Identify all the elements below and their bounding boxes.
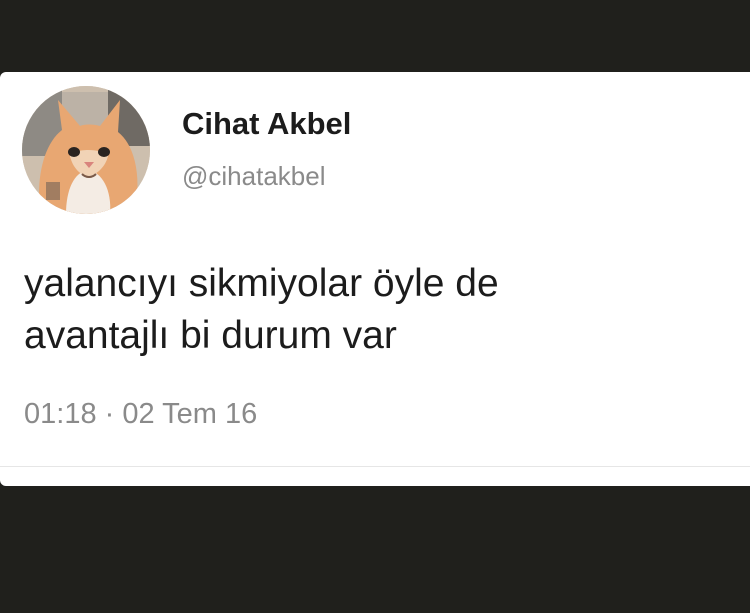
avatar[interactable] — [22, 86, 150, 214]
tweet-text-line: yalancıyı sikmiyolar öyle de — [24, 262, 499, 305]
divider — [0, 466, 750, 467]
meta-separator: · — [104, 398, 115, 430]
screenshot-frame: Cihat Akbel @cihatakbel yalancıyı sikmiy… — [0, 0, 750, 613]
author-name[interactable]: Cihat Akbel — [182, 106, 351, 142]
tweet-body: yalancıyı sikmiyolar öyle de avantajlı b… — [24, 258, 724, 362]
author-handle[interactable]: @cihatakbel — [182, 161, 325, 192]
cat-avatar-icon — [22, 86, 150, 214]
tweet-text-line: avantajlı bi durum var — [24, 314, 397, 357]
tweet-date: 02 Tem 16 — [122, 398, 258, 430]
tweet-timestamp[interactable]: 01:18 · 02 Tem 16 — [24, 398, 257, 431]
tweet-time: 01:18 — [24, 398, 97, 430]
